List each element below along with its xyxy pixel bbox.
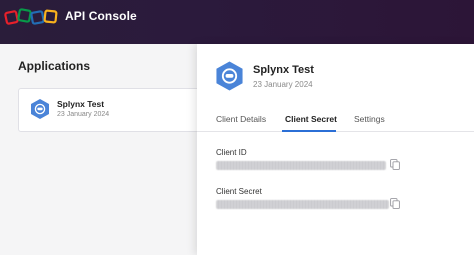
tab-settings[interactable]: Settings: [354, 114, 385, 124]
top-bar: API Console: [0, 0, 474, 44]
app-title: API Console: [65, 9, 137, 23]
application-card[interactable]: Splynx Test 23 January 2024: [18, 88, 208, 132]
application-detail-panel: Splynx Test 23 January 2024 Client Detai…: [197, 44, 474, 255]
application-name: Splynx Test: [57, 99, 105, 109]
active-tab-indicator: [282, 130, 336, 132]
splynx-hex-icon: [31, 99, 49, 119]
detail-app-name: Splynx Test: [253, 64, 314, 76]
copy-icon[interactable]: [390, 159, 400, 170]
applications-heading: Applications: [18, 59, 91, 73]
copy-icon[interactable]: [390, 198, 400, 209]
detail-tabs: Client Details Client Secret Settings: [197, 107, 474, 132]
splynx-hex-icon: [216, 61, 243, 91]
application-date: 23 January 2024: [57, 111, 110, 118]
zoho-logo[interactable]: [4, 8, 60, 28]
client-secret-label: Client Secret: [216, 187, 262, 196]
client-id-value: [216, 161, 386, 170]
tab-client-details[interactable]: Client Details: [216, 114, 266, 124]
applications-section: Applications Splynx Test 23 January 2024: [0, 44, 208, 255]
tab-client-secret[interactable]: Client Secret: [285, 114, 337, 124]
client-secret-value: [216, 200, 389, 209]
detail-app-date: 23 January 2024: [253, 80, 313, 89]
client-id-label: Client ID: [216, 148, 247, 157]
